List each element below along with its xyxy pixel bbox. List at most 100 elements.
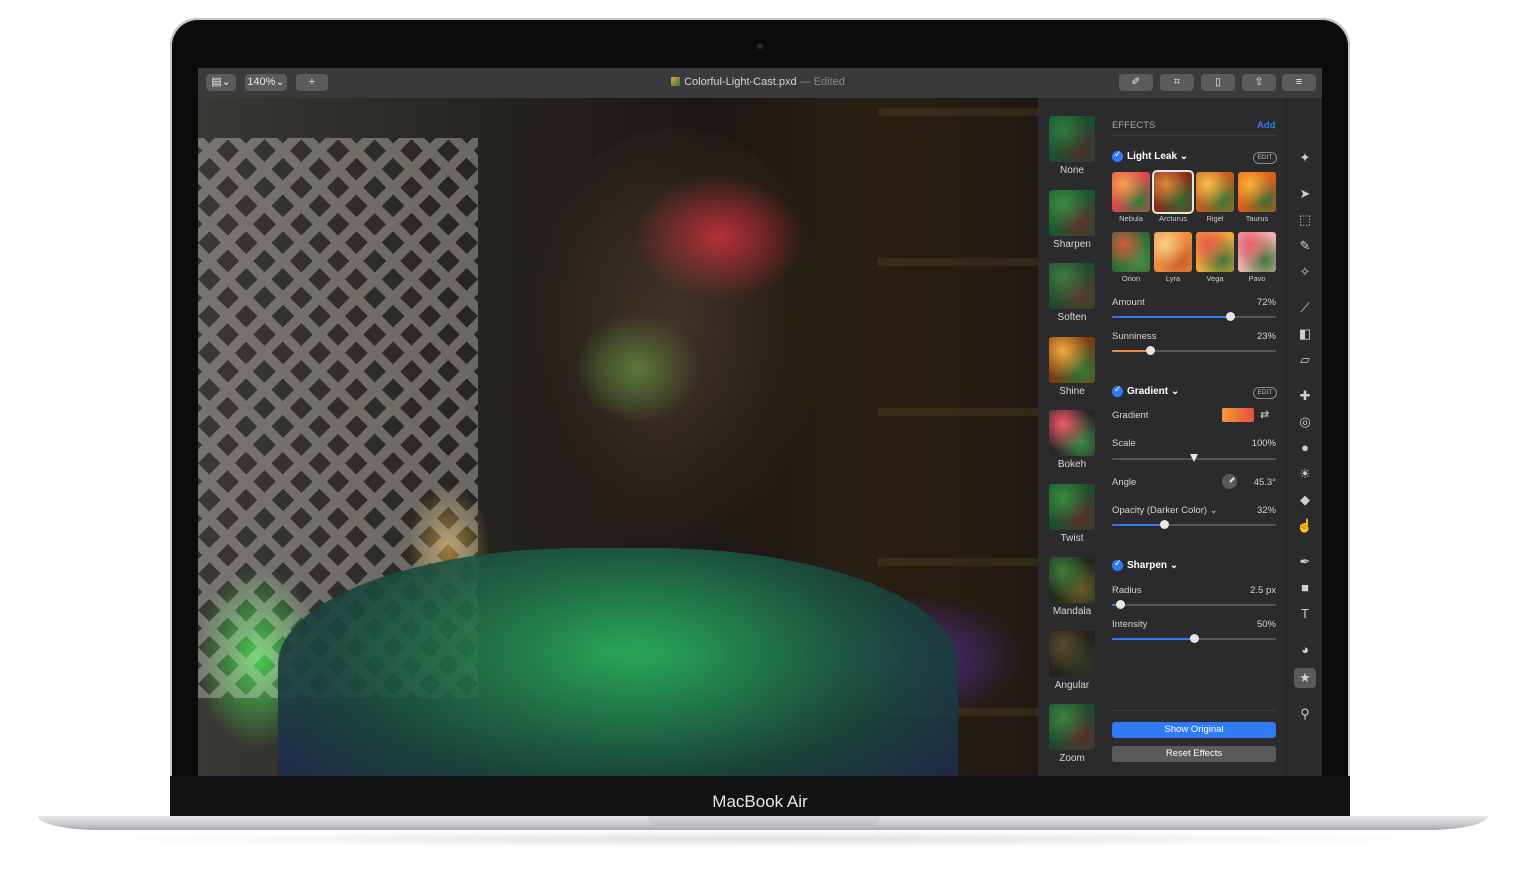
repair-icon[interactable]: ✚ <box>1294 386 1316 406</box>
sidebar-icon: ▤⌄ <box>211 76 231 88</box>
brush-icon[interactable]: ⟋ <box>1294 298 1316 318</box>
preset-label: Orion <box>1121 274 1141 283</box>
divider <box>1112 710 1276 711</box>
paint-mode-button[interactable]: ✐ <box>1119 74 1153 91</box>
add-effect-button[interactable]: Add <box>1257 120 1275 131</box>
effects-panel: EFFECTS Add Light Leak ⌄ EDIT Amount 72%… <box>1106 98 1286 776</box>
edited-status: — Edited <box>799 76 845 88</box>
opacity-slider-knob[interactable] <box>1160 520 1170 529</box>
sunniness-slider-fill <box>1112 350 1150 352</box>
effect-twist[interactable]: Twist <box>1038 480 1106 554</box>
preset-vega[interactable] <box>1196 232 1234 272</box>
effect-label: Soften <box>1057 312 1087 323</box>
intensity-label: Intensity <box>1112 619 1148 630</box>
light-leak-edit-button[interactable]: EDIT <box>1253 152 1277 164</box>
preset-pavo[interactable] <box>1238 232 1276 272</box>
light-icon[interactable]: ☀ <box>1294 464 1316 484</box>
intensity-slider[interactable] <box>1112 634 1276 643</box>
preset-label: Arcturus <box>1159 214 1187 223</box>
zoom-select[interactable]: 140%⌄ <box>245 74 287 91</box>
preset-taurus[interactable] <box>1238 172 1276 212</box>
effect-zoom[interactable]: Zoom <box>1038 700 1106 774</box>
preset-label: Nebula <box>1119 214 1143 223</box>
preset-orion[interactable] <box>1112 232 1150 272</box>
effect-none[interactable]: None <box>1038 112 1106 186</box>
device-shadow <box>80 830 1450 848</box>
preset-label: Vega <box>1206 274 1224 283</box>
blur-icon[interactable]: ● <box>1294 438 1316 458</box>
effect-label: Mandala <box>1052 606 1092 617</box>
sunniness-slider[interactable] <box>1112 346 1276 355</box>
preset-arcturus[interactable] <box>1154 172 1192 212</box>
light-leak-toggle[interactable] <box>1112 149 1123 162</box>
amount-value: 72% <box>1256 297 1276 308</box>
bucket-icon[interactable]: ◧ <box>1294 324 1316 344</box>
intensity-slider-knob[interactable] <box>1190 634 1199 643</box>
radius-value: 2.5 px <box>1250 585 1276 596</box>
app-window: ▤⌄ 140%⌄ + Colorful-Light-Cast.pxd — Edi… <box>198 68 1322 776</box>
clone-icon[interactable]: ◎ <box>1294 412 1316 432</box>
effect-thumbnail <box>1049 410 1095 456</box>
pen-icon[interactable]: ✒ <box>1294 552 1316 572</box>
effect-angular[interactable]: Angular <box>1038 627 1106 701</box>
scale-slider[interactable] <box>1112 454 1276 462</box>
effects-icon[interactable]: ✦ <box>1294 148 1316 168</box>
amount-slider[interactable] <box>1112 312 1276 321</box>
crop-button[interactable]: ⌗ <box>1160 74 1194 91</box>
zoom-icon[interactable]: ⚲ <box>1294 704 1316 724</box>
plus-icon: + <box>308 76 316 88</box>
gradient-edit-button[interactable]: EDIT <box>1253 387 1277 399</box>
amount-slider-knob[interactable] <box>1226 312 1236 321</box>
effect-bokeh[interactable]: Bokeh <box>1038 406 1106 480</box>
device-brand: MacBook Air <box>712 792 808 811</box>
preset-label: Lyra <box>1165 274 1181 283</box>
photo-canvas[interactable] <box>198 98 1038 776</box>
gradient-toggle[interactable] <box>1112 384 1123 397</box>
zoom-value: 140% <box>247 76 276 88</box>
radius-slider[interactable] <box>1112 600 1276 609</box>
shape-icon[interactable]: ■ <box>1294 578 1316 598</box>
magic-wand-icon[interactable]: ✧ <box>1294 262 1316 282</box>
gradient-header[interactable]: Gradient ⌄ <box>1127 386 1179 397</box>
preset-rigel[interactable] <box>1196 172 1234 212</box>
scale-slider-knob[interactable] <box>1190 454 1198 462</box>
radius-slider-knob[interactable] <box>1116 600 1126 609</box>
effect-shine[interactable]: Shine <box>1038 333 1106 407</box>
angle-value: 45.3° <box>1253 477 1276 488</box>
preset-nebula[interactable] <box>1112 172 1150 212</box>
light-leak-header[interactable]: Light Leak ⌄ <box>1127 151 1188 162</box>
sponge-icon[interactable]: ◆ <box>1294 490 1316 510</box>
eraser-icon[interactable]: ▱ <box>1294 350 1316 370</box>
sunniness-slider-knob[interactable] <box>1145 346 1155 355</box>
preset-lyra[interactable] <box>1154 232 1192 272</box>
effects-thumbnail-strip: None Sharpen Soften Shine Bokeh Twist Mandala A… <box>1038 98 1106 776</box>
sharpen-toggle[interactable] <box>1112 558 1123 571</box>
swap-icon[interactable]: ⇄ <box>1260 408 1269 421</box>
effect-thumbnail <box>1049 483 1095 530</box>
effect-mandala[interactable]: Mandala <box>1038 553 1106 627</box>
document-name: Colorful-Light-Cast.pxd <box>684 76 797 88</box>
smudge-icon[interactable]: ☝ <box>1294 516 1316 536</box>
add-layer-button[interactable]: + <box>296 74 328 91</box>
effect-label: Zoom <box>1059 753 1085 764</box>
color-icon[interactable]: ◕ <box>1294 640 1316 660</box>
sidebar-toggle-button[interactable]: ▤⌄ <box>206 74 236 91</box>
effect-soften[interactable]: Soften <box>1038 259 1106 333</box>
sharpen-header[interactable]: Sharpen ⌄ <box>1127 560 1178 571</box>
rect-select-icon[interactable]: ⬚ <box>1294 210 1316 230</box>
share-button[interactable]: ⇧ <box>1242 74 1276 91</box>
lasso-icon[interactable]: ✎ <box>1294 236 1316 256</box>
text-icon[interactable]: T <box>1294 604 1316 624</box>
effect-sharpen[interactable]: Sharpen <box>1038 186 1106 260</box>
intensity-slider-fill <box>1112 638 1194 640</box>
star-icon[interactable]: ★ <box>1294 668 1316 688</box>
adjust-button[interactable]: ≡ <box>1282 74 1316 91</box>
intensity-value: 50% <box>1256 619 1276 630</box>
opacity-slider[interactable] <box>1112 520 1276 529</box>
opacity-label[interactable]: Opacity (Darker Color) ⌄ <box>1112 505 1218 516</box>
arrow-icon[interactable]: ➤ <box>1294 184 1316 204</box>
gradient-swatch[interactable] <box>1222 408 1254 422</box>
document-button[interactable]: ▯ <box>1201 74 1235 91</box>
reset-effects-button[interactable]: Reset Effects <box>1112 746 1276 762</box>
show-original-button[interactable]: Show Original <box>1112 722 1276 738</box>
